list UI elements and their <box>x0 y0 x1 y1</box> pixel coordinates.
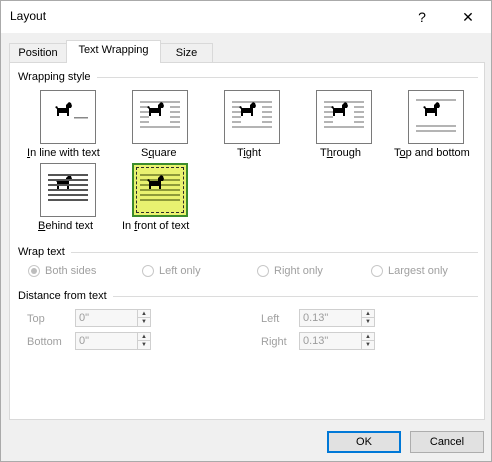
top-distance-spinner[interactable]: 0" ▲ ▼ <box>75 309 151 327</box>
in-front-of-text-icon <box>136 168 184 212</box>
radio-label: Largest only <box>388 265 448 277</box>
wrapping-style-heading: Wrapping style <box>18 71 97 83</box>
wrap-option-in-line-with-text[interactable] <box>40 90 96 144</box>
radio-right-only[interactable]: Right only <box>257 265 323 277</box>
spin-down-icon[interactable]: ▼ <box>138 341 150 349</box>
bottom-distance-spinner[interactable]: 0" ▲ ▼ <box>75 332 151 350</box>
cancel-button[interactable]: Cancel <box>410 431 484 453</box>
right-distance-value: 0.13" <box>303 335 329 347</box>
help-button[interactable]: ? <box>399 1 445 33</box>
radio-indicator <box>371 265 383 277</box>
spin-down-icon[interactable]: ▼ <box>138 318 150 326</box>
square-wrap-icon <box>136 95 184 139</box>
section-divider <box>18 252 478 253</box>
wrap-option-label[interactable]: In front of text <box>122 220 189 232</box>
bottom-distance-value: 0" <box>79 335 90 347</box>
spin-up-icon[interactable]: ▲ <box>138 310 150 318</box>
distance-heading: Distance from text <box>18 290 113 302</box>
tab-label: Size <box>175 47 198 59</box>
wrap-option-label[interactable]: Behind text <box>38 220 93 232</box>
wrap-option-through[interactable] <box>316 90 372 144</box>
ok-button[interactable]: OK <box>327 431 401 453</box>
dialog-title: Layout <box>10 9 47 23</box>
radio-left-only[interactable]: Left only <box>142 265 201 277</box>
tab-label: Position <box>18 47 58 59</box>
text-wrapping-panel: Wrapping style In line with text Square Ti… <box>9 62 485 420</box>
wrap-option-label[interactable]: In line with text <box>27 147 100 159</box>
right-distance-spinner[interactable]: 0.13" ▲ ▼ <box>299 332 375 350</box>
title-bar: Layout ? ✕ <box>1 1 491 33</box>
left-distance-value: 0.13" <box>303 312 329 324</box>
wrap-text-heading: Wrap text <box>18 246 71 258</box>
tab-size[interactable]: Size <box>160 43 213 63</box>
wrap-option-top-and-bottom[interactable] <box>408 90 464 144</box>
radio-label: Left only <box>159 265 201 277</box>
wrap-option-in-front-of-text[interactable] <box>132 163 188 217</box>
wrap-option-behind-text[interactable] <box>40 163 96 217</box>
left-label: Left <box>261 313 280 325</box>
left-distance-spinner[interactable]: 0.13" ▲ ▼ <box>299 309 375 327</box>
radio-label: Both sides <box>45 265 97 277</box>
wrap-option-square[interactable] <box>132 90 188 144</box>
top-label: Top <box>27 313 45 325</box>
spin-down-icon[interactable]: ▼ <box>362 318 374 326</box>
radio-label: Right only <box>274 265 323 277</box>
bottom-label: Bottom <box>27 336 62 348</box>
behind-text-icon <box>44 168 92 212</box>
close-button[interactable]: ✕ <box>445 1 491 33</box>
wrap-option-label[interactable]: Square <box>141 147 177 159</box>
radio-indicator <box>28 265 40 277</box>
radio-largest-only[interactable]: Largest only <box>371 265 448 277</box>
radio-indicator <box>257 265 269 277</box>
tight-wrap-icon <box>228 95 276 139</box>
tab-position[interactable]: Position <box>9 43 67 63</box>
spin-up-icon[interactable]: ▲ <box>362 310 374 318</box>
wrap-option-label[interactable]: Top and bottom <box>394 147 470 159</box>
close-icon: ✕ <box>462 8 474 25</box>
tab-label: Text Wrapping <box>78 44 149 56</box>
layout-dialog: Layout ? ✕ Position Text Wrapping Size W… <box>0 0 492 462</box>
wrap-option-label[interactable]: Through <box>320 147 361 159</box>
wrap-option-tight[interactable] <box>224 90 280 144</box>
radio-both-sides[interactable]: Both sides <box>28 265 96 277</box>
help-icon: ? <box>418 9 426 25</box>
top-bottom-wrap-icon <box>412 95 460 139</box>
tab-text-wrapping[interactable]: Text Wrapping <box>66 40 161 63</box>
spin-down-icon[interactable]: ▼ <box>362 341 374 349</box>
inline-with-text-icon <box>44 95 92 139</box>
through-wrap-icon <box>320 95 368 139</box>
spin-up-icon[interactable]: ▲ <box>138 333 150 341</box>
top-distance-value: 0" <box>79 312 90 324</box>
wrap-option-label[interactable]: Tight <box>237 147 261 159</box>
right-label: Right <box>261 336 287 348</box>
spin-up-icon[interactable]: ▲ <box>362 333 374 341</box>
radio-indicator <box>142 265 154 277</box>
